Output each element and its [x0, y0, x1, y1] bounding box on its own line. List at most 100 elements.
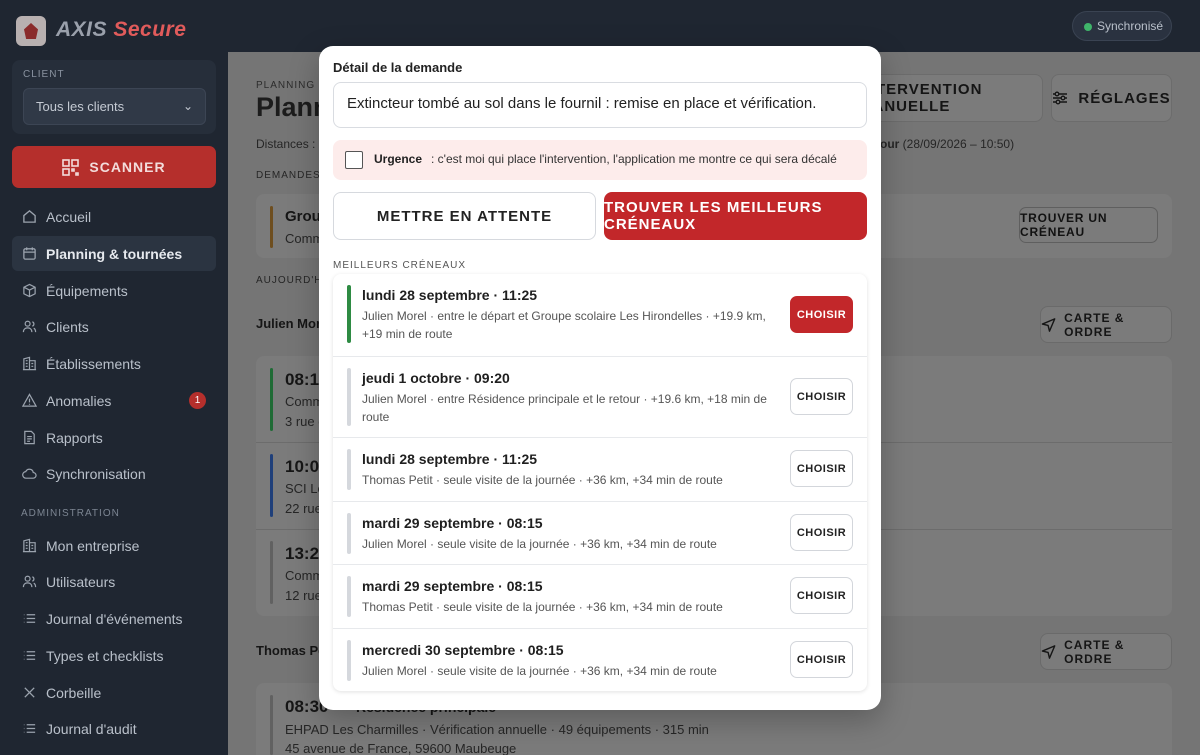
best-slots-label: MEILLEURS CRÉNEAUX — [333, 260, 467, 271]
sidebar-item-label: Mon entreprise — [46, 537, 140, 554]
sidebar-item-accueil[interactable]: Accueil — [12, 199, 216, 234]
choose-button[interactable]: CHOISIR — [790, 450, 853, 487]
choose-button[interactable]: CHOISIR — [790, 378, 853, 415]
sidebar-item-label: Planning & tournées — [46, 245, 183, 262]
sidebar-item-label: Utilisateurs — [46, 573, 116, 590]
sync-status[interactable]: Synchronisé — [1072, 11, 1172, 41]
manual-intervention-label: INTERVENTION MANUELLE — [859, 81, 983, 115]
sidebar-item-label: Rapports — [46, 429, 103, 446]
slot-desc: Julien Morel · seule visite de la journé… — [362, 537, 717, 551]
sidebar-item-label: Synchronisation — [46, 465, 146, 482]
manual-intervention-button[interactable]: INTERVENTION MANUELLE — [858, 74, 1043, 122]
brand-name-b: Secure — [113, 18, 187, 41]
sidebar-item-synchronisation[interactable]: Synchronisation — [12, 456, 216, 491]
brand-name-a: AXIS — [56, 18, 108, 41]
warning-icon — [22, 393, 37, 407]
slot-bar — [347, 368, 351, 426]
sidebar: AXIS Secure CLIENT Tous les clients ⌄ SC… — [0, 0, 228, 755]
users-icon — [22, 320, 37, 333]
home-icon — [23, 210, 36, 223]
navigation-icon — [1041, 644, 1056, 659]
slot-desc: Julien Morel · entre Résidence principal… — [362, 392, 767, 424]
sidebar-item-planning[interactable]: Planning & tournées — [12, 236, 216, 271]
urgence-title: Urgence — [374, 152, 423, 166]
sidebar-item-corbeille[interactable]: Corbeille — [12, 675, 216, 710]
choose-button[interactable]: CHOISIR — [790, 514, 853, 551]
sidebar-item-label: Journal d'audit — [46, 720, 137, 737]
cloud-icon — [22, 468, 37, 479]
chevron-down-icon: ⌄ — [182, 99, 193, 113]
visit-addr: 12 rue — [285, 588, 322, 603]
find-slot-label: TROUVER UN CRÉNEAU — [1020, 211, 1108, 239]
choose-button[interactable]: CHOISIR — [790, 296, 853, 333]
slot-title: mardi 29 septembre · 08:15 — [362, 515, 543, 531]
client-select-value: Tous les clients — [36, 99, 125, 114]
retour-info: tour (28/09/2026 – 10:50) — [876, 137, 1014, 151]
map-order-button[interactable]: CARTE & ORDRE — [1040, 306, 1172, 343]
slot-bar — [347, 513, 351, 554]
choose-button[interactable]: CHOISIR — [790, 641, 853, 678]
sidebar-item-equipements[interactable]: Équipements — [12, 273, 216, 308]
slot-desc: Julien Morel · seule visite de la journé… — [362, 664, 717, 678]
slot-item: lundi 28 septembre · 11:25 Julien Morel … — [333, 274, 867, 356]
sliders-icon — [1053, 91, 1068, 105]
choose-label: CHOISIR — [796, 589, 847, 602]
distances-label: Distances : — [256, 137, 316, 151]
visit-addr: 22 rue — [285, 501, 322, 516]
sidebar-item-etablissements[interactable]: Établissements — [12, 346, 216, 381]
visit-sub: Comm — [285, 568, 324, 583]
sidebar-item-rapports[interactable]: Rapports — [12, 420, 216, 455]
sidebar-item-anomalies[interactable]: Anomalies 1 — [12, 383, 216, 418]
slot-desc: Thomas Petit · seule visite de la journé… — [362, 600, 723, 614]
find-slot-button[interactable]: TROUVER UN CRÉNEAU — [1019, 207, 1158, 243]
demande-modal: Détail de la demande Extincteur tombé au… — [319, 46, 881, 710]
detail-label: Détail de la demande — [333, 60, 463, 75]
client-select[interactable]: Tous les clients ⌄ — [23, 88, 206, 125]
slot-item: mardi 29 septembre · 08:15 Julien Morel … — [333, 501, 867, 564]
visit-bar — [270, 695, 273, 755]
urgence-checkbox[interactable] — [345, 151, 363, 169]
brand-name: AXIS Secure — [56, 18, 186, 42]
logo-icon — [16, 16, 46, 46]
navigation-icon — [1041, 317, 1056, 332]
map-order-button[interactable]: CARTE & ORDRE — [1040, 633, 1172, 670]
sync-label: Synchronisé — [1097, 19, 1164, 33]
visit-bar — [270, 368, 273, 431]
sidebar-item-types-checklists[interactable]: Types et checklists — [12, 638, 216, 673]
put-on-hold-label: METTRE EN ATTENTE — [376, 207, 553, 225]
list-icon — [23, 724, 36, 733]
client-filter: CLIENT Tous les clients ⌄ — [12, 60, 216, 134]
sidebar-item-utilisateurs[interactable]: Utilisateurs — [12, 564, 216, 599]
breadcrumb: PLANNING & — [256, 80, 327, 91]
settings-button[interactable]: RÉGLAGES — [1051, 74, 1172, 122]
put-on-hold-button[interactable]: METTRE EN ATTENTE — [333, 192, 596, 240]
slot-title: mardi 29 septembre · 08:15 — [362, 578, 543, 594]
visit-details: EHPAD Les Charmilles · Vérification annu… — [285, 722, 709, 737]
slot-bar — [347, 449, 351, 490]
sidebar-item-journal-audit[interactable]: Journal d'audit — [12, 711, 216, 746]
choose-label: CHOISIR — [796, 462, 847, 475]
sidebar-item-clients[interactable]: Clients — [12, 309, 216, 344]
map-order-label: CARTE & ORDRE — [1064, 310, 1125, 339]
sidebar-item-label: Journal d'événements — [46, 610, 183, 627]
users-icon — [22, 575, 37, 588]
scan-button[interactable]: SCANNER — [12, 146, 216, 188]
sidebar-item-label: Équipements — [46, 282, 128, 299]
qr-icon — [62, 158, 80, 176]
box-icon — [23, 283, 36, 298]
sidebar-item-journal-evenements[interactable]: Journal d'événements — [12, 601, 216, 636]
close-icon — [24, 687, 35, 698]
urgence-row: Urgence : c'est moi qui place l'interven… — [333, 140, 867, 180]
slot-item: mardi 29 septembre · 08:15 Thomas Petit … — [333, 564, 867, 628]
choose-button[interactable]: CHOISIR — [790, 577, 853, 614]
visit-sub: Comm — [285, 394, 324, 409]
slot-bar — [347, 640, 351, 681]
detail-textarea[interactable]: Extincteur tombé au sol dans le fournil … — [333, 82, 867, 128]
choose-label: CHOISIR — [796, 390, 847, 403]
sidebar-item-mon-entreprise[interactable]: Mon entreprise — [12, 528, 216, 563]
find-best-slots-label: TROUVER LES MEILLEURS CRÉNEAUX — [604, 199, 823, 233]
retour-date: (28/09/2026 – 10:50) — [902, 137, 1015, 151]
list-icon — [23, 651, 36, 660]
find-best-slots-button[interactable]: TROUVER LES MEILLEURS CRÉNEAUX — [604, 192, 867, 240]
sidebar-item-label: Types et checklists — [46, 647, 164, 664]
